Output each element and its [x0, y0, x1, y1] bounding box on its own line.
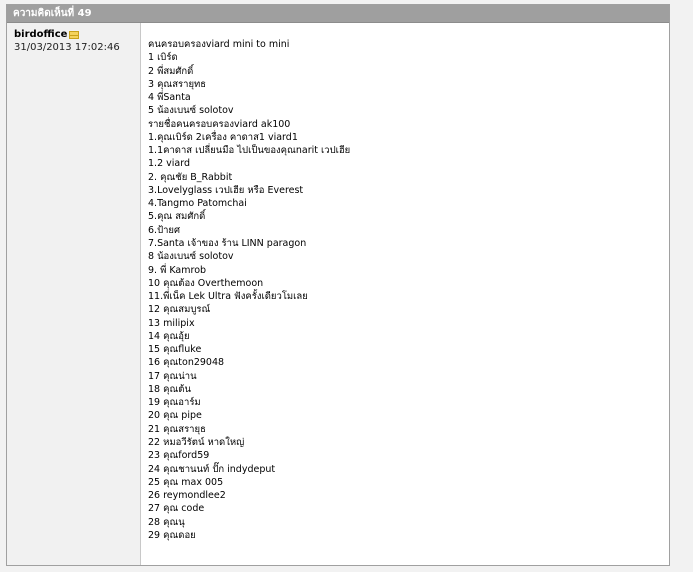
author-panel: birdoffice 31/03/2013 17:02:46 — [7, 23, 141, 565]
message-line: 24 คุณชานนท์ ปั๊ก indydeput — [148, 463, 276, 475]
message-line: 16 คุณton29048 — [148, 357, 225, 369]
message-body: คนครอบครองviard mini to mini 1 เบิร์ด 2 พี… — [148, 38, 661, 542]
message-line: 21 คุณสรายุธ — [148, 423, 206, 435]
message-line: คนครอบครองviard mini to mini — [148, 39, 290, 50]
message-line: 1 เบิร์ด — [148, 52, 178, 64]
message-line: 14 คุณอุ้ย — [148, 330, 190, 342]
message-line: 17 คุณน่าน — [148, 370, 197, 382]
message-line: 29 คุณดอย — [148, 529, 196, 541]
message-line: 26 reymondlee2 — [148, 490, 226, 502]
message-line: รายชื่อคนครอบครองviard ak100 — [148, 118, 291, 130]
message-line: 10 คุณต้อง Overthemoon — [148, 277, 264, 289]
message-line: 4.Tangmo Patomchai — [148, 198, 247, 210]
message-line: 23 คุณford59 — [148, 450, 210, 462]
message-line: 6.ป้ายศ — [148, 224, 181, 236]
message-line: 8 น้องเบนซ์ solotov — [148, 251, 234, 263]
message-line: 19 คุณอาร์ม — [148, 397, 201, 409]
message-line: 1.คุณเบิร์ด 2เครื่อง คาดาส1 viard1 — [148, 131, 298, 143]
author-line: birdoffice — [14, 29, 80, 40]
message-line: 3.Lovelyglass เวปเฮีย หรือ Everest — [148, 184, 304, 196]
comment-box: ความคิดเห็นที่ 49 birdoffice 31/03/2013 … — [6, 4, 670, 566]
message-line: 11.พี่เน็ค Lek Ultra ฟังครั้งเดียวโมเลย — [148, 291, 308, 303]
message-line: 9. พี่ Kamrob — [148, 264, 207, 276]
author-name[interactable]: birdoffice — [14, 29, 67, 40]
message-line: 1.2 viard — [148, 158, 190, 170]
message-line: 5.คุณ สมศักดิ์ — [148, 211, 206, 223]
message-line: 15 คุณfluke — [148, 344, 202, 356]
message-line: 2. คุณชัย B_Rabbit — [148, 171, 233, 183]
comment-header: ความคิดเห็นที่ 49 — [7, 5, 669, 23]
message-line: 7.Santa เจ้าของ ร้าน LINN paragon — [148, 237, 307, 249]
message-line: 13 milipix — [148, 317, 195, 329]
message-line: 1.1คาดาส เปลี่ยนมือ ไปเป็นของคุณnarit เว… — [148, 145, 351, 157]
post-date: 31/03/2013 17:02:46 — [14, 42, 120, 53]
comment-content: birdoffice 31/03/2013 17:02:46 คนครอบครอ… — [7, 23, 669, 565]
message-line: 4 พี่Santa — [148, 92, 191, 104]
message-line: 18 คุณต้น — [148, 383, 191, 395]
message-line: 25 คุณ max 005 — [148, 476, 224, 488]
mail-icon[interactable] — [69, 30, 80, 39]
message-line: 22 หมอวีรัตน์ หาดใหญ่ — [148, 436, 245, 448]
message-line: 5 น้องเบนซ์ solotov — [148, 105, 234, 117]
message-line: 12 คุณสมบูรณ์ — [148, 304, 211, 316]
message-line: 28 คุณนุ — [148, 516, 185, 528]
message-line: 2 พี่สมศักดิ์ — [148, 65, 194, 77]
message-line: 3 คุณสรายุทธ — [148, 78, 207, 90]
message-line: 27 คุณ code — [148, 503, 205, 515]
message-line: 20 คุณ pipe — [148, 410, 202, 422]
